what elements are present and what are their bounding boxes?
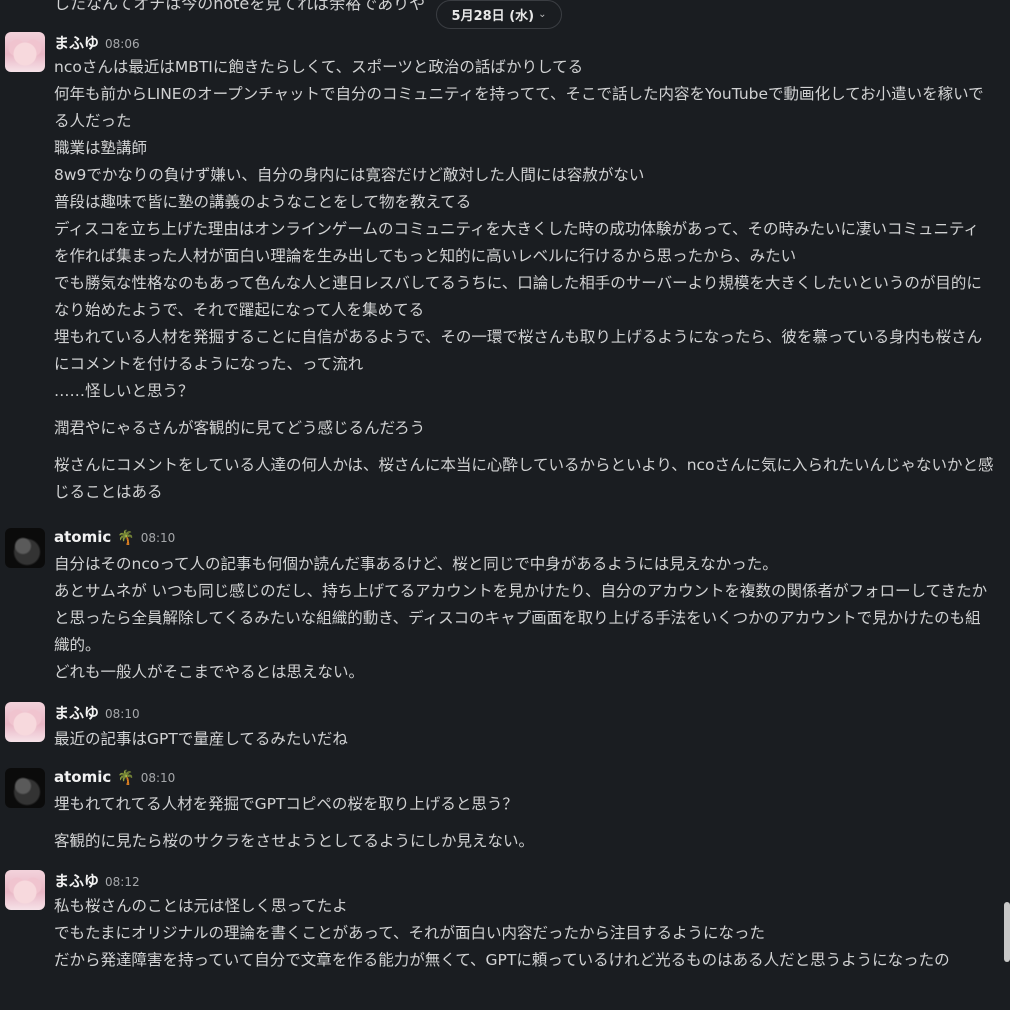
message-body: ncoさんは最近はMBTIに飽きたらしくて、スポーツと政治の話ばかりしてる 何年… [54,54,994,506]
message-line: 何年も前からLINEのオープンチャットで自分のコミュニティを持ってて、そこで話し… [54,85,984,130]
message-line: でも勝気な性格なのもあって色んな人と連日レスバしてるうちに、口論した相手のサーバ… [54,274,982,319]
scrollbar-thumb[interactable] [1004,902,1010,962]
palm-tree-icon: 🌴 [117,770,135,786]
message-body: 埋もれてれてる人材を発掘でGPTコピペの桜を取り上げると思う？ 客観的に見たら桜… [54,791,994,855]
author-name[interactable]: まふゆ [54,32,99,53]
previous-message-fragment: したなんてオチは今のnoteを見てれば余裕でありや [54,0,426,13]
message-line: 最近の記事はGPTで量産してるみたいだね [54,730,348,748]
message-line: ncoさんは最近はMBTIに飽きたらしくて、スポーツと政治の話ばかりしてる [54,58,584,76]
timestamp[interactable]: 08:06 [105,37,140,51]
author-name[interactable]: atomic [54,768,111,786]
message-line: 潤君やにゃるさんが客観的に見てどう感じるんだろう [54,419,426,437]
timestamp[interactable]: 08:12 [105,875,140,889]
message-line: 桜さんにコメントをしている人達の何人かは、桜さんに本当に心酔しているからといより… [54,456,994,501]
message-body: 私も桜さんのことは元は怪しく思ってたよ でもたまにオリジナルの理論を書くことがあ… [54,893,994,974]
timestamp[interactable]: 08:10 [105,707,140,721]
message-line: あとサムネが いつも同じ感じのだし、持ち上げてるアカウントを見かけたり、自分のア… [54,582,988,654]
avatar[interactable] [5,768,45,808]
message-line: でもたまにオリジナルの理論を書くことがあって、それが面白い内容だったから注目する… [54,924,765,942]
message-body: 最近の記事はGPTで量産してるみたいだね [54,726,994,753]
message-line: 自分はそのncoって人の記事も何個か読んだ事あるけど、桜と同じで中身があるように… [54,555,778,573]
date-divider-button[interactable]: 5月28日 (水) ⌄ [436,0,562,29]
message-header: まふゆ 08:12 [54,870,140,891]
avatar[interactable] [5,32,45,72]
message-line: ……怪しいと思う？ [54,382,194,400]
timestamp[interactable]: 08:10 [141,531,176,545]
palm-tree-icon: 🌴 [117,530,135,546]
date-divider-label: 5月28日 (水) [451,9,535,24]
message-header: まふゆ 08:06 [54,32,140,53]
message-line: 職業は塾講師 [54,139,148,157]
chevron-down-icon: ⌄ [538,9,547,20]
message-line: 私も桜さんのことは元は怪しく思ってたよ [54,897,348,915]
message-line: 8w9でかなりの負けず嫌い、自分の身内には寛容だけど敵対した人間には容赦がない [54,166,645,184]
message-line: 埋もれてれてる人材を発掘でGPTコピペの桜を取り上げると思う？ [54,795,518,813]
message-line: だから発達障害を持っていて自分で文章を作る能力が無くて、GPTに頼っているけれど… [54,951,950,969]
message-header: atomic 🌴 08:10 [54,768,175,786]
author-name[interactable]: atomic [54,528,111,546]
avatar[interactable] [5,870,45,910]
message-header: まふゆ 08:10 [54,702,140,723]
author-name[interactable]: まふゆ [54,702,99,723]
message-line: 埋もれている人材を発掘することに自信があるようで、その一環で桜さんも取り上げるよ… [54,328,983,373]
message-line: 普段は趣味で皆に塾の講義のようなことをして物を教えてる [54,193,472,211]
author-name[interactable]: まふゆ [54,870,99,891]
avatar[interactable] [5,702,45,742]
avatar[interactable] [5,528,45,568]
message-line: ディスコを立ち上げた理由はオンラインゲームのコミュニティを大きくした時の成功体験… [54,220,980,265]
message-body: 自分はそのncoって人の記事も何個か読んだ事あるけど、桜と同じで中身があるように… [54,551,994,686]
message-line: 客観的に見たら桜のサクラをさせようとしてるようにしか見えない。 [54,832,535,850]
message-header: atomic 🌴 08:10 [54,528,175,546]
message-line: どれも一般人がそこまでやるとは思えない。 [54,663,365,681]
timestamp[interactable]: 08:10 [141,771,176,785]
